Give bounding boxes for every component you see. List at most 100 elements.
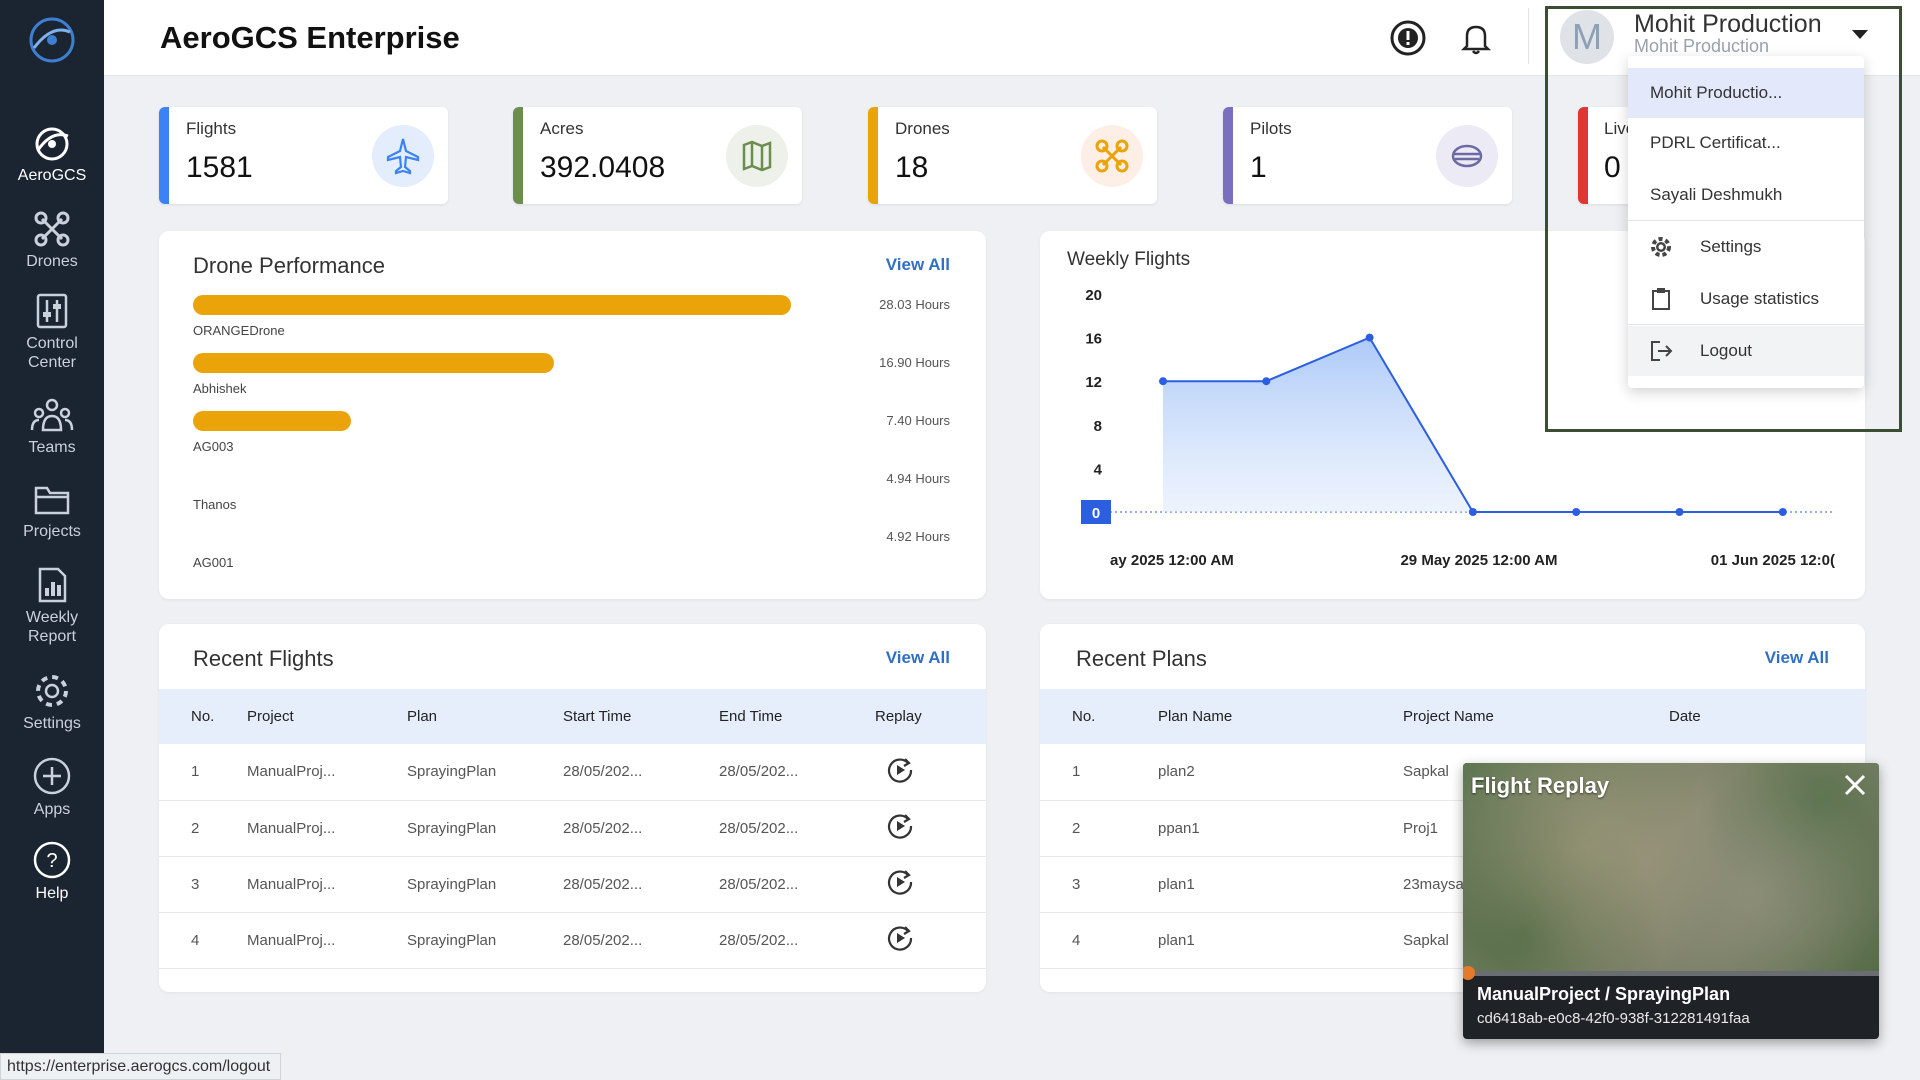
bell-icon[interactable] [1456, 18, 1496, 58]
drone-name: Thanos [193, 497, 237, 512]
data-point [1262, 377, 1271, 386]
menu-item-settings[interactable]: Settings [1628, 222, 1864, 272]
view-all-link[interactable]: View All [886, 255, 950, 275]
sidebar-item-teams[interactable]: Teams [0, 396, 104, 457]
sidebar: AeroGCS Drones Control Center Teams Proj… [0, 0, 104, 1080]
menu-item-label: Mohit Productio... [1650, 83, 1783, 102]
column-header[interactable]: End Time [719, 689, 875, 744]
airplane-icon [372, 125, 434, 187]
stat-card-acres[interactable]: Acres 392.0408 [513, 107, 802, 204]
sidebar-item-label: Settings [23, 715, 81, 732]
replay-title: Flight Replay [1471, 773, 1610, 798]
alert-icon[interactable] [1388, 18, 1428, 58]
stat-card-flights[interactable]: Flights 1581 [159, 107, 448, 204]
table-cell: 4 [159, 912, 247, 969]
sidebar-item-weekly-report[interactable]: Weekly Report [0, 566, 104, 646]
stat-accent-bar [159, 107, 169, 204]
menu-item-usage-statistics[interactable]: Usage statistics [1628, 274, 1864, 324]
pilot-icon [1436, 125, 1498, 187]
svg-text:?: ? [46, 850, 57, 872]
table-cell: 28/05/202... [719, 800, 875, 857]
menu-divider [1628, 220, 1864, 221]
menu-item-label: Usage statistics [1700, 289, 1820, 308]
column-header[interactable]: No. [1040, 689, 1158, 744]
sidebar-item-apps[interactable]: Apps [0, 756, 104, 819]
table-cell: ManualProj... [247, 800, 407, 857]
user-dropdown-menu: Mohit Productio... PDRL Certificat... Sa… [1628, 56, 1864, 388]
drone-hours: 7.40 Hours [886, 413, 950, 428]
data-point [1159, 377, 1167, 386]
replay-flight-name: ManualProject / SprayingPlan [1477, 984, 1731, 1004]
table-cell: 28/05/202... [563, 856, 719, 913]
column-header[interactable]: Start Time [563, 689, 719, 744]
replay-progress-track[interactable] [1463, 971, 1879, 976]
table-cell: 3 [1040, 856, 1158, 913]
aerogcs-icon [35, 127, 69, 161]
y-tick-label: 20 [1085, 287, 1102, 304]
column-header[interactable]: Date [1669, 689, 1865, 744]
drone-name: Abhishek [193, 381, 247, 396]
menu-item-account-pdrl[interactable]: PDRL Certificat... [1628, 118, 1864, 168]
menu-item-account-sayali[interactable]: Sayali Deshmukh [1628, 170, 1864, 220]
table-cell: plan1 [1158, 912, 1403, 969]
sidebar-item-settings[interactable]: Settings [0, 672, 104, 733]
table-row[interactable]: 1 ManualProj... SprayingPlan 28/05/202... 28… [159, 744, 986, 801]
aerogcs-logo-icon[interactable] [26, 14, 78, 66]
menu-item-account-mohit[interactable]: Mohit Productio... [1628, 68, 1864, 118]
table-row[interactable]: 4 ManualProj... SprayingPlan 28/05/202... 28… [159, 912, 986, 969]
replay-progress-handle[interactable] [1463, 966, 1475, 980]
table-row[interactable]: 2 ManualProj... SprayingPlan 28/05/202... 28… [159, 800, 986, 857]
sidebar-item-label: Teams [28, 439, 76, 456]
replay-icon[interactable] [885, 867, 915, 897]
column-header[interactable]: No. [159, 689, 247, 744]
y-tick-label: 8 [1094, 418, 1102, 435]
column-header[interactable]: Plan [407, 689, 563, 744]
x-tick-label: 01 Jun 2025 12:0( [1711, 552, 1835, 569]
menu-item-logout[interactable]: Logout [1628, 326, 1864, 376]
view-all-link[interactable]: View All [1765, 648, 1829, 668]
recent-flights-table: No. Project Plan Start Time End Time Rep… [159, 689, 986, 969]
gear-icon [1651, 237, 1671, 257]
replay-icon[interactable] [885, 923, 915, 953]
control-center-icon [36, 293, 68, 329]
sidebar-item-control-center[interactable]: Control Center [0, 292, 104, 372]
table-cell: ppan1 [1158, 800, 1403, 857]
data-point [1778, 508, 1787, 516]
stat-value: 392.0408 [540, 151, 666, 184]
panel-title: Recent Plans [1076, 646, 1207, 671]
table-cell: SprayingPlan [407, 856, 563, 913]
column-header[interactable]: Replay [875, 689, 986, 744]
browser-status-url: https://enterprise.aerogcs.com/logout [0, 1053, 282, 1080]
replay-icon[interactable] [885, 755, 915, 785]
drone-icon [34, 211, 70, 247]
table-cell: 3 [159, 856, 247, 913]
drone-hours: 4.92 Hours [886, 529, 950, 544]
menu-item-label: Settings [1700, 237, 1762, 256]
flight-replay-popup: Flight Replay ManualProject / SprayingPl… [1463, 763, 1879, 1039]
stat-card-pilots[interactable]: Pilots 1 [1223, 107, 1512, 204]
table-row[interactable]: 3 ManualProj... SprayingPlan 28/05/202... 28… [159, 856, 986, 913]
stat-card-drones[interactable]: Drones 18 [868, 107, 1157, 204]
sidebar-item-help[interactable]: ? Help [0, 840, 104, 903]
replay-cell [875, 912, 986, 969]
sidebar-item-aerogcs[interactable]: AeroGCS [0, 124, 104, 185]
menu-item-label: Sayali Deshmukh [1650, 185, 1783, 204]
column-header[interactable]: Plan Name [1158, 689, 1403, 744]
data-point [1365, 333, 1374, 342]
data-point [1468, 508, 1477, 516]
header-separator [1528, 8, 1529, 64]
view-all-link[interactable]: View All [886, 648, 950, 668]
table-cell: 2 [159, 800, 247, 857]
sidebar-item-label: Apps [33, 801, 71, 818]
sidebar-item-drones[interactable]: Drones [0, 210, 104, 271]
close-icon[interactable] [1841, 771, 1869, 799]
column-header[interactable]: Project [247, 689, 407, 744]
report-icon [38, 567, 67, 603]
column-header[interactable]: Project Name [1403, 689, 1669, 744]
sidebar-item-label: Help [35, 885, 69, 902]
table-header-row: No. Plan Name Project Name Date [1040, 689, 1865, 744]
drone-hours: 28.03 Hours [879, 297, 950, 312]
sidebar-item-projects[interactable]: Projects [0, 482, 104, 541]
replay-icon[interactable] [885, 811, 915, 841]
drone-hours: 16.90 Hours [879, 355, 950, 370]
